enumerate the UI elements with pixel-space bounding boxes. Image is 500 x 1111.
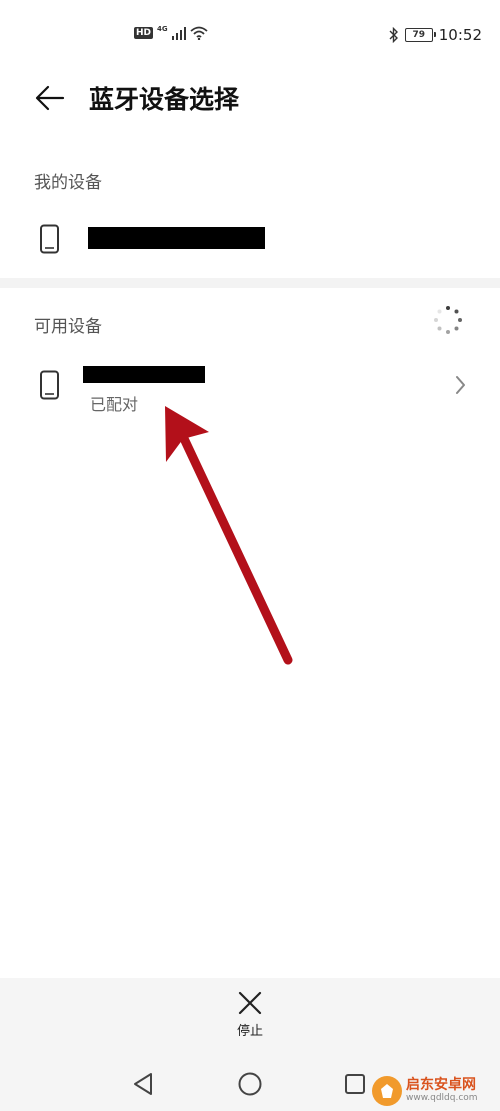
- nav-home-icon: [238, 1072, 262, 1096]
- annotation-arrow-icon: [165, 406, 293, 665]
- watermark-name: 启东安卓网: [406, 1077, 476, 1094]
- battery-icon: 79: [404, 28, 436, 42]
- chevron-right-icon: [456, 376, 465, 394]
- device-status: 已配对: [90, 395, 139, 414]
- wifi-icon: [190, 26, 208, 40]
- watermark-logo-icon: [372, 1076, 402, 1106]
- stop-label: 停止: [236, 1024, 263, 1039]
- section-available-devices: 可用设备: [34, 317, 102, 337]
- my-device-row: [0, 200, 500, 278]
- arrow-left-icon: [35, 85, 65, 111]
- nav-back-button[interactable]: [129, 1070, 157, 1098]
- available-device-row[interactable]: 已配对: [0, 340, 500, 430]
- status-time: 10:52: [438, 26, 482, 44]
- app-header: 蓝牙设备选择: [0, 72, 500, 132]
- section-divider: [0, 278, 500, 288]
- redacted-device-name: [83, 366, 205, 383]
- nav-recent-icon: [345, 1074, 365, 1094]
- signal-icon: [171, 27, 186, 40]
- nav-recent-button[interactable]: [341, 1070, 369, 1098]
- back-button[interactable]: [30, 78, 70, 118]
- network-type: 4G: [157, 25, 168, 33]
- battery-level: 79: [412, 30, 426, 40]
- section-my-devices: 我的设备: [34, 173, 102, 193]
- loading-spinner-icon: [434, 306, 462, 334]
- close-icon: [238, 991, 262, 1015]
- page-title: 蓝牙设备选择: [89, 85, 240, 114]
- redacted-device-name: [88, 227, 265, 249]
- status-bar: HD 4G 79 10:52: [0, 0, 500, 72]
- nav-back-icon: [134, 1073, 152, 1095]
- bluetooth-icon: [389, 27, 398, 43]
- watermark-url: www.qdldq.com: [406, 1092, 478, 1103]
- hd-badge: HD: [134, 27, 154, 39]
- watermark: 启东安卓网 www.qdldq.com: [372, 1074, 496, 1108]
- status-right: 79 10:52: [389, 26, 482, 44]
- nav-home-button[interactable]: [236, 1070, 264, 1098]
- watermark-text: 启东安卓网 www.qdldq.com: [406, 1077, 478, 1103]
- status-left: HD 4G: [134, 25, 208, 40]
- stop-button[interactable]: 停止: [215, 990, 285, 1052]
- phone-icon: [40, 224, 59, 254]
- phone-icon: [40, 370, 59, 400]
